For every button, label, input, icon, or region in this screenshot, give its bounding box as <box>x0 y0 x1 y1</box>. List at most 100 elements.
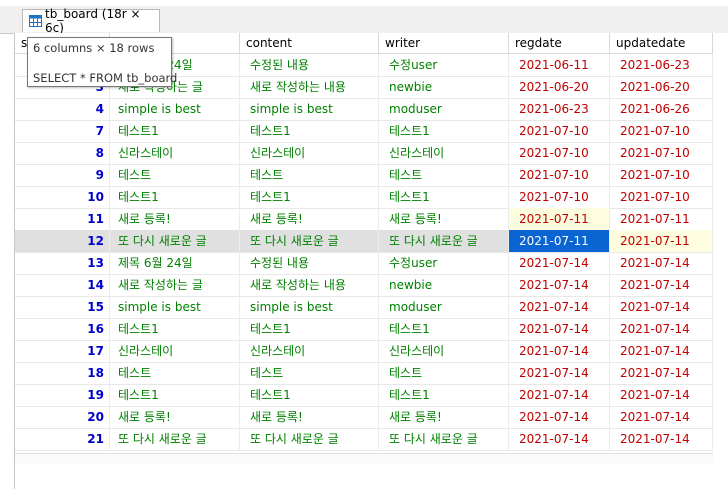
cell-updatedate[interactable]: 2021-07-14 <box>610 406 713 428</box>
cell-writer[interactable]: 또 다시 새로운 글 <box>379 230 509 252</box>
cell-content[interactable]: 새로 작성하는 내용 <box>240 274 379 296</box>
data-grid[interactable]: seq title content writer regdate updated… <box>15 33 713 464</box>
cell-title[interactable]: simple is best <box>110 98 240 120</box>
cell-content[interactable]: simple is best <box>240 98 379 120</box>
cell-seq[interactable]: 9 <box>15 164 110 186</box>
table-row[interactable]: 15 simple is best simple is best moduser 202… <box>15 296 713 319</box>
cell-updatedate[interactable]: 2021-07-10 <box>610 186 713 208</box>
cell-content[interactable]: simple is best <box>240 296 379 318</box>
cell-content[interactable]: 신라스테이 <box>240 340 379 362</box>
cell-seq[interactable]: 18 <box>15 362 110 384</box>
cell-seq[interactable]: 11 <box>15 208 110 230</box>
cell-updatedate[interactable]: 2021-07-14 <box>610 340 713 362</box>
cell-writer[interactable]: moduser <box>379 296 509 318</box>
cell-updatedate[interactable]: 2021-07-14 <box>610 428 713 450</box>
column-header-regdate[interactable]: regdate <box>509 33 610 53</box>
cell-seq[interactable]: 17 <box>15 340 110 362</box>
cell-title[interactable]: 테스트1 <box>110 120 240 142</box>
cell-seq[interactable]: 20 <box>15 406 110 428</box>
cell-writer[interactable]: newbie <box>379 274 509 296</box>
cell-content[interactable]: 테스트 <box>240 362 379 384</box>
cell-content[interactable]: 새로 등록! <box>240 406 379 428</box>
table-row[interactable]: 4 simple is best simple is best moduser 2021… <box>15 98 713 121</box>
cell-updatedate[interactable]: 2021-07-14 <box>610 362 713 384</box>
table-row[interactable]: 11 새로 등록! 새로 등록! 새로 등록! 2021-07-11 2021-07-11 <box>15 208 713 231</box>
cell-updatedate[interactable]: 2021-07-11 <box>610 230 713 252</box>
tab-tb-board[interactable]: tb_board (18r × 6c) <box>22 7 160 35</box>
cell-seq[interactable]: 16 <box>15 318 110 340</box>
table-row[interactable]: 16 테스트1 테스트1 테스트1 2021-07-14 2021-07-14 <box>15 318 713 341</box>
table-row[interactable]: 20 새로 등록! 새로 등록! 새로 등록! 2021-07-14 2021-07-14 <box>15 406 713 429</box>
cell-regdate[interactable]: 2021-07-10 <box>509 120 610 142</box>
cell-updatedate[interactable]: 2021-07-14 <box>610 252 713 274</box>
cell-seq[interactable]: 19 <box>15 384 110 406</box>
cell-title[interactable]: 새로 등록! <box>110 406 240 428</box>
cell-title[interactable]: 또 다시 새로운 글 <box>110 428 240 450</box>
cell-regdate[interactable]: 2021-07-10 <box>509 186 610 208</box>
table-row[interactable]: 7 테스트1 테스트1 테스트1 2021-07-10 2021-07-10 <box>15 120 713 143</box>
cell-updatedate[interactable]: 2021-07-10 <box>610 120 713 142</box>
cell-seq[interactable]: 10 <box>15 186 110 208</box>
cell-writer[interactable]: 테스트1 <box>379 120 509 142</box>
cell-title[interactable]: 새로 작성하는 글 <box>110 274 240 296</box>
cell-updatedate[interactable]: 2021-06-20 <box>610 76 713 98</box>
column-header-updatedate[interactable]: updatedate <box>610 33 713 53</box>
cell-title[interactable]: simple is best <box>110 296 240 318</box>
cell-updatedate[interactable]: 2021-07-10 <box>610 142 713 164</box>
cell-writer[interactable]: 새로 등록! <box>379 208 509 230</box>
cell-updatedate[interactable]: 2021-07-11 <box>610 208 713 230</box>
horizontal-scrollbar[interactable] <box>15 453 713 464</box>
cell-updatedate[interactable]: 2021-06-26 <box>610 98 713 120</box>
cell-regdate[interactable]: 2021-07-11 <box>509 230 610 252</box>
cell-updatedate[interactable]: 2021-07-10 <box>610 164 713 186</box>
cell-writer[interactable]: 새로 등록! <box>379 406 509 428</box>
cell-seq[interactable]: 14 <box>15 274 110 296</box>
cell-title[interactable]: 신라스테이 <box>110 340 240 362</box>
cell-seq[interactable]: 4 <box>15 98 110 120</box>
cell-writer[interactable]: 테스트 <box>379 164 509 186</box>
cell-regdate[interactable]: 2021-07-14 <box>509 362 610 384</box>
cell-content[interactable]: 신라스테이 <box>240 142 379 164</box>
cell-regdate[interactable]: 2021-07-10 <box>509 164 610 186</box>
cell-content[interactable]: 수정된 내용 <box>240 252 379 274</box>
cell-content[interactable]: 테스트 <box>240 164 379 186</box>
cell-updatedate[interactable]: 2021-06-23 <box>610 54 713 76</box>
table-row[interactable]: 9 테스트 테스트 테스트 2021-07-10 2021-07-10 <box>15 164 713 187</box>
cell-regdate[interactable]: 2021-06-11 <box>509 54 610 76</box>
cell-regdate[interactable]: 2021-07-14 <box>509 252 610 274</box>
cell-updatedate[interactable]: 2021-07-14 <box>610 384 713 406</box>
cell-content[interactable]: 새로 작성하는 내용 <box>240 76 379 98</box>
cell-writer[interactable]: 수정user <box>379 252 509 274</box>
cell-title[interactable]: 테스트 <box>110 164 240 186</box>
cell-title[interactable]: 새로 등록! <box>110 208 240 230</box>
cell-seq[interactable]: 7 <box>15 120 110 142</box>
column-header-content[interactable]: content <box>240 33 379 53</box>
cell-content[interactable]: 또 다시 새로운 글 <box>240 230 379 252</box>
table-row[interactable]: 8 신라스테이 신라스테이 신라스테이 2021-07-10 2021-07-10 <box>15 142 713 165</box>
cell-updatedate[interactable]: 2021-07-14 <box>610 296 713 318</box>
cell-regdate[interactable]: 2021-07-14 <box>509 384 610 406</box>
cell-updatedate[interactable]: 2021-07-14 <box>610 318 713 340</box>
cell-title[interactable]: 테스트1 <box>110 186 240 208</box>
cell-regdate[interactable]: 2021-07-14 <box>509 296 610 318</box>
cell-regdate[interactable]: 2021-06-23 <box>509 98 610 120</box>
cell-regdate[interactable]: 2021-07-14 <box>509 318 610 340</box>
table-row[interactable]: 10 테스트1 테스트1 테스트1 2021-07-10 2021-07-10 <box>15 186 713 209</box>
cell-writer[interactable]: 테스트1 <box>379 186 509 208</box>
cell-seq[interactable]: 21 <box>15 428 110 450</box>
cell-title[interactable]: 또 다시 새로운 글 <box>110 230 240 252</box>
cell-content[interactable]: 테스트1 <box>240 318 379 340</box>
column-header-writer[interactable]: writer <box>379 33 509 53</box>
cell-title[interactable]: 테스트1 <box>110 318 240 340</box>
cell-content[interactable]: 테스트1 <box>240 120 379 142</box>
table-row[interactable]: 13 제목 6월 24일 수정된 내용 수정user 2021-07-14 2021-07… <box>15 252 713 275</box>
cell-regdate[interactable]: 2021-06-20 <box>509 76 610 98</box>
cell-title[interactable]: 테스트1 <box>110 384 240 406</box>
table-row[interactable]: 12 또 다시 새로운 글또 다시 새로운 글또 다시 새로운 글 2021-07-… <box>15 230 713 253</box>
cell-writer[interactable]: 수정user <box>379 54 509 76</box>
cell-regdate[interactable]: 2021-07-14 <box>509 340 610 362</box>
cell-writer[interactable]: 또 다시 새로운 글 <box>379 428 509 450</box>
cell-content[interactable]: 또 다시 새로운 글 <box>240 428 379 450</box>
cell-title[interactable]: 제목 6월 24일 <box>110 252 240 274</box>
table-row[interactable]: 21 또 다시 새로운 글또 다시 새로운 글또 다시 새로운 글 2021-07-… <box>15 428 713 451</box>
